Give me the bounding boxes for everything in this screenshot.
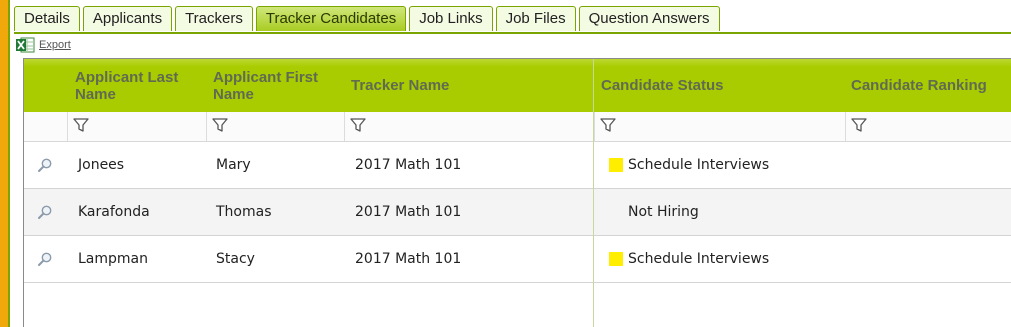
cell-candidate-status: Schedule Interviews [609, 142, 769, 188]
status-color-swatch [609, 252, 623, 266]
status-label: Schedule Interviews [628, 251, 770, 267]
cell-last-name: Jonees [78, 157, 125, 173]
excel-icon [16, 37, 35, 53]
filter-icon[interactable] [599, 116, 617, 134]
cell-last-name: Karafonda [78, 204, 150, 220]
filter-icon[interactable] [850, 116, 868, 134]
tab-question-answers[interactable]: Question Answers [578, 6, 720, 31]
tab-job-links[interactable]: Job Links [409, 6, 493, 31]
cell-tracker-name: 2017 Math 101 [355, 204, 462, 220]
status-label: Not Hiring [628, 204, 699, 220]
cell-tracker-name: 2017 Math 101 [355, 157, 462, 173]
filter-cell-first-name [206, 112, 344, 141]
filter-icon[interactable] [349, 116, 367, 134]
status-label: Schedule Interviews [628, 157, 770, 173]
cell-candidate-status: Not Hiring [609, 189, 699, 235]
tab-tracker-candidates[interactable]: Tracker Candidates [255, 6, 407, 31]
candidates-grid: Applicant Last Name Applicant First Name… [23, 58, 1011, 327]
filter-cell-last-name [67, 112, 206, 141]
magnifier-icon[interactable] [37, 204, 53, 220]
grid-filter-row [24, 112, 1011, 142]
table-row[interactable]: Karafonda Thomas 2017 Math 101 Not Hirin… [24, 189, 1011, 236]
export-label[interactable]: Export [39, 39, 71, 51]
cell-tracker-name: 2017 Math 101 [355, 251, 462, 267]
tab-strip: Details Applicants Trackers Tracker Cand… [14, 6, 720, 34]
cell-first-name: Thomas [216, 204, 272, 220]
column-header-candidate-ranking[interactable]: Candidate Ranking [851, 59, 1011, 112]
tab-job-files[interactable]: Job Files [495, 6, 576, 31]
filter-cell-candidate-status [594, 112, 845, 141]
tab-details[interactable]: Details [14, 6, 80, 31]
tab-applicants[interactable]: Applicants [82, 6, 173, 31]
tab-strip-underline [14, 32, 1011, 34]
magnifier-icon[interactable] [37, 157, 53, 173]
tab-trackers[interactable]: Trackers [175, 6, 253, 31]
view-cell [37, 142, 53, 188]
left-accent-line [8, 0, 10, 327]
view-cell [37, 189, 53, 235]
column-header-candidate-status[interactable]: Candidate Status [601, 59, 841, 112]
magnifier-icon[interactable] [37, 251, 53, 267]
status-color-placeholder [609, 205, 623, 219]
column-header-last-name[interactable]: Applicant Last Name [75, 59, 205, 112]
cell-last-name: Lampman [78, 251, 148, 267]
filter-icon[interactable] [211, 116, 229, 134]
column-header-tracker-name[interactable]: Tracker Name [351, 59, 571, 112]
cell-first-name: Mary [216, 157, 251, 173]
cell-first-name: Stacy [216, 251, 255, 267]
column-header-first-name[interactable]: Applicant First Name [213, 59, 343, 112]
status-color-swatch [609, 158, 623, 172]
grid-header-row: Applicant Last Name Applicant First Name… [24, 59, 1011, 112]
filter-cell-candidate-ranking [845, 112, 1011, 141]
export-button[interactable]: Export [16, 37, 71, 53]
left-accent-bar [0, 0, 8, 327]
cell-candidate-status: Schedule Interviews [609, 236, 769, 282]
filter-cell-tracker-name [344, 112, 594, 141]
frozen-column-divider [593, 59, 594, 327]
table-row[interactable]: Lampman Stacy 2017 Math 101 Schedule Int… [24, 236, 1011, 283]
view-cell [37, 236, 53, 282]
table-row[interactable]: Jonees Mary 2017 Math 101 Schedule Inter… [24, 142, 1011, 189]
filter-icon[interactable] [72, 116, 90, 134]
